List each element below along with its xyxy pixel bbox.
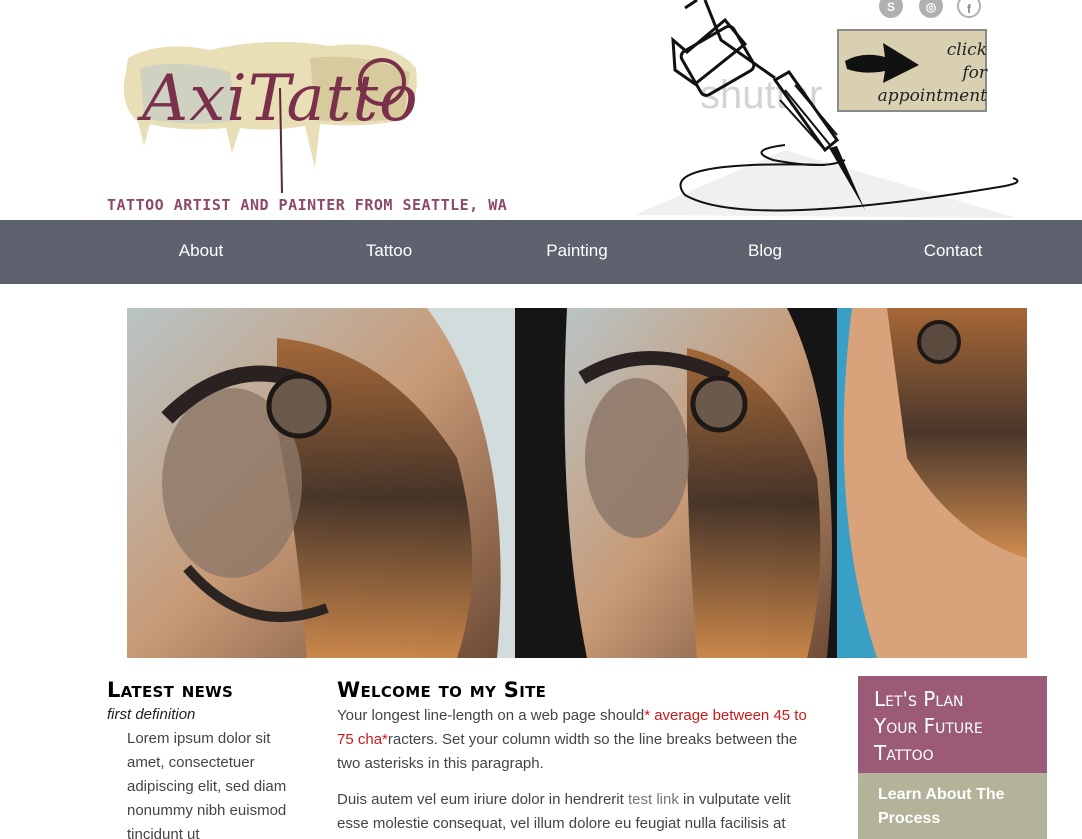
latest-news-heading: Latest news <box>107 678 234 702</box>
appointment-label: click for appointment <box>867 39 987 108</box>
cta-line-2: Your Future <box>874 714 983 738</box>
p2-text-start: Duis autem vel eum iriure dolor in hendr… <box>337 791 628 808</box>
p1-text-end: racters. Set your column width so the li… <box>337 731 798 772</box>
plan-tattoo-cta[interactable]: Let's Plan Your Future Tattoo <box>858 676 1047 773</box>
cta-line-1: Let's Plan <box>874 687 964 711</box>
nav-item-about[interactable]: About <box>141 220 261 284</box>
nav-item-blog[interactable]: Blog <box>705 220 825 284</box>
cta-line-3: Tattoo <box>874 741 934 765</box>
appointment-line-3: appointment <box>877 86 987 106</box>
tattoo-photo-1[interactable] <box>127 308 515 658</box>
learn-line-1: Learn About The <box>878 786 1005 803</box>
appointment-button[interactable]: click for appointment <box>837 29 987 112</box>
site-logo[interactable]: AxiTattoo <box>120 28 457 194</box>
nav-item-painting[interactable]: Painting <box>517 220 637 284</box>
nav-item-tattoo[interactable]: Tattoo <box>329 220 449 284</box>
logo-text: AxiTattoo <box>137 62 420 136</box>
welcome-heading: Welcome to my Site <box>337 678 547 702</box>
site-tagline: TATTOO ARTIST AND PAINTER FROM SEATTLE, … <box>107 196 508 214</box>
welcome-paragraph-2: Duis autem vel eum iriure dolor in hendr… <box>337 788 807 836</box>
learn-process-button[interactable]: Learn About The Process <box>858 773 1047 839</box>
definition-text: Lorem ipsum dolor sit amet, consectetuer… <box>127 730 287 839</box>
main-nav: About Tattoo Painting Blog Contact <box>0 220 1082 284</box>
welcome-paragraph-1: Your longest line-length on a web page s… <box>337 704 807 776</box>
site-header: AxiTattoo TATTOO ARTIST AND PAINTER FROM… <box>0 0 1082 220</box>
test-link[interactable]: test link <box>628 791 679 808</box>
appointment-line-1: click <box>946 40 987 60</box>
tattoo-photo-2[interactable] <box>515 308 837 658</box>
definition-term: first definition <box>107 706 196 723</box>
hero-image-strip <box>127 308 1027 658</box>
latest-news-section: Latest news first definition Lorem ipsum… <box>107 678 307 839</box>
tattoo-photo-3[interactable] <box>837 308 1027 658</box>
p1-text-start: Your longest line-length on a web page s… <box>337 707 645 724</box>
nav-item-contact[interactable]: Contact <box>893 220 1013 284</box>
appointment-line-2: for <box>962 63 987 83</box>
welcome-section: Welcome to my Site Your longest line-len… <box>337 678 807 836</box>
learn-line-2: Process <box>878 810 941 827</box>
